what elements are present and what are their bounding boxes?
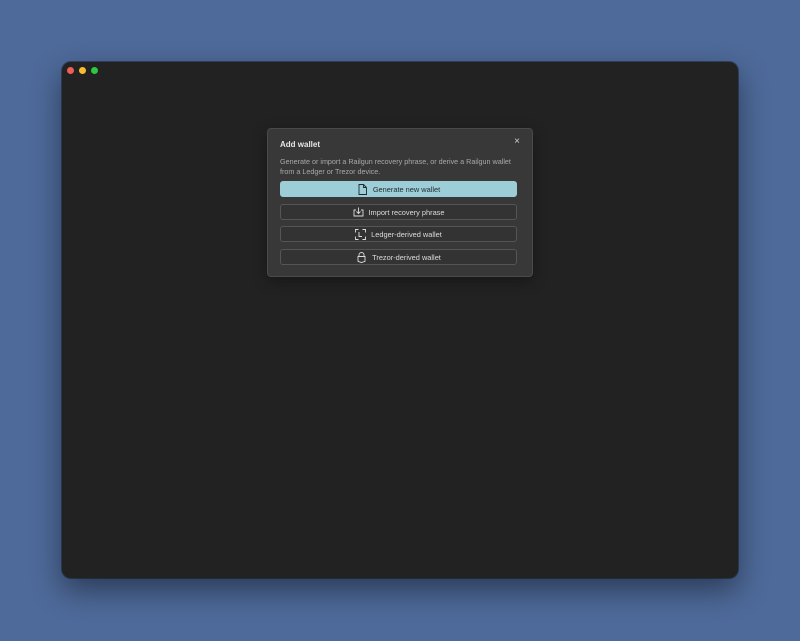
import-recovery-phrase-label: Import recovery phrase bbox=[368, 207, 445, 217]
dialog-title: Add wallet bbox=[280, 140, 321, 149]
app-window: Add wallet × Generate or import a Railgu… bbox=[62, 62, 738, 578]
generate-new-wallet-label: Generate new wallet bbox=[372, 184, 441, 194]
window-controls bbox=[67, 67, 98, 74]
trezor-icon bbox=[356, 251, 367, 263]
close-window-button[interactable] bbox=[67, 67, 74, 74]
ledger-derived-wallet-label: Ledger-derived wallet bbox=[371, 229, 442, 239]
minimize-window-button[interactable] bbox=[79, 67, 86, 74]
trezor-derived-wallet-button[interactable]: Trezor-derived wallet bbox=[280, 249, 517, 265]
close-dialog-button[interactable]: × bbox=[511, 136, 523, 148]
generate-new-wallet-button[interactable]: Generate new wallet bbox=[280, 181, 517, 197]
desktop: Add wallet × Generate or import a Railgu… bbox=[0, 0, 800, 641]
close-icon: × bbox=[514, 136, 520, 147]
import-recovery-phrase-button[interactable]: Import recovery phrase bbox=[280, 204, 517, 220]
add-wallet-dialog: Add wallet × Generate or import a Railgu… bbox=[267, 128, 533, 277]
document-icon bbox=[357, 183, 368, 195]
trezor-derived-wallet-label: Trezor-derived wallet bbox=[372, 252, 441, 262]
ledger-derived-wallet-button[interactable]: Ledger-derived wallet bbox=[280, 226, 517, 242]
import-icon bbox=[353, 207, 364, 218]
zoom-window-button[interactable] bbox=[91, 67, 98, 74]
dialog-description: Generate or import a Railgun recovery ph… bbox=[280, 157, 511, 176]
ledger-icon bbox=[355, 228, 367, 240]
